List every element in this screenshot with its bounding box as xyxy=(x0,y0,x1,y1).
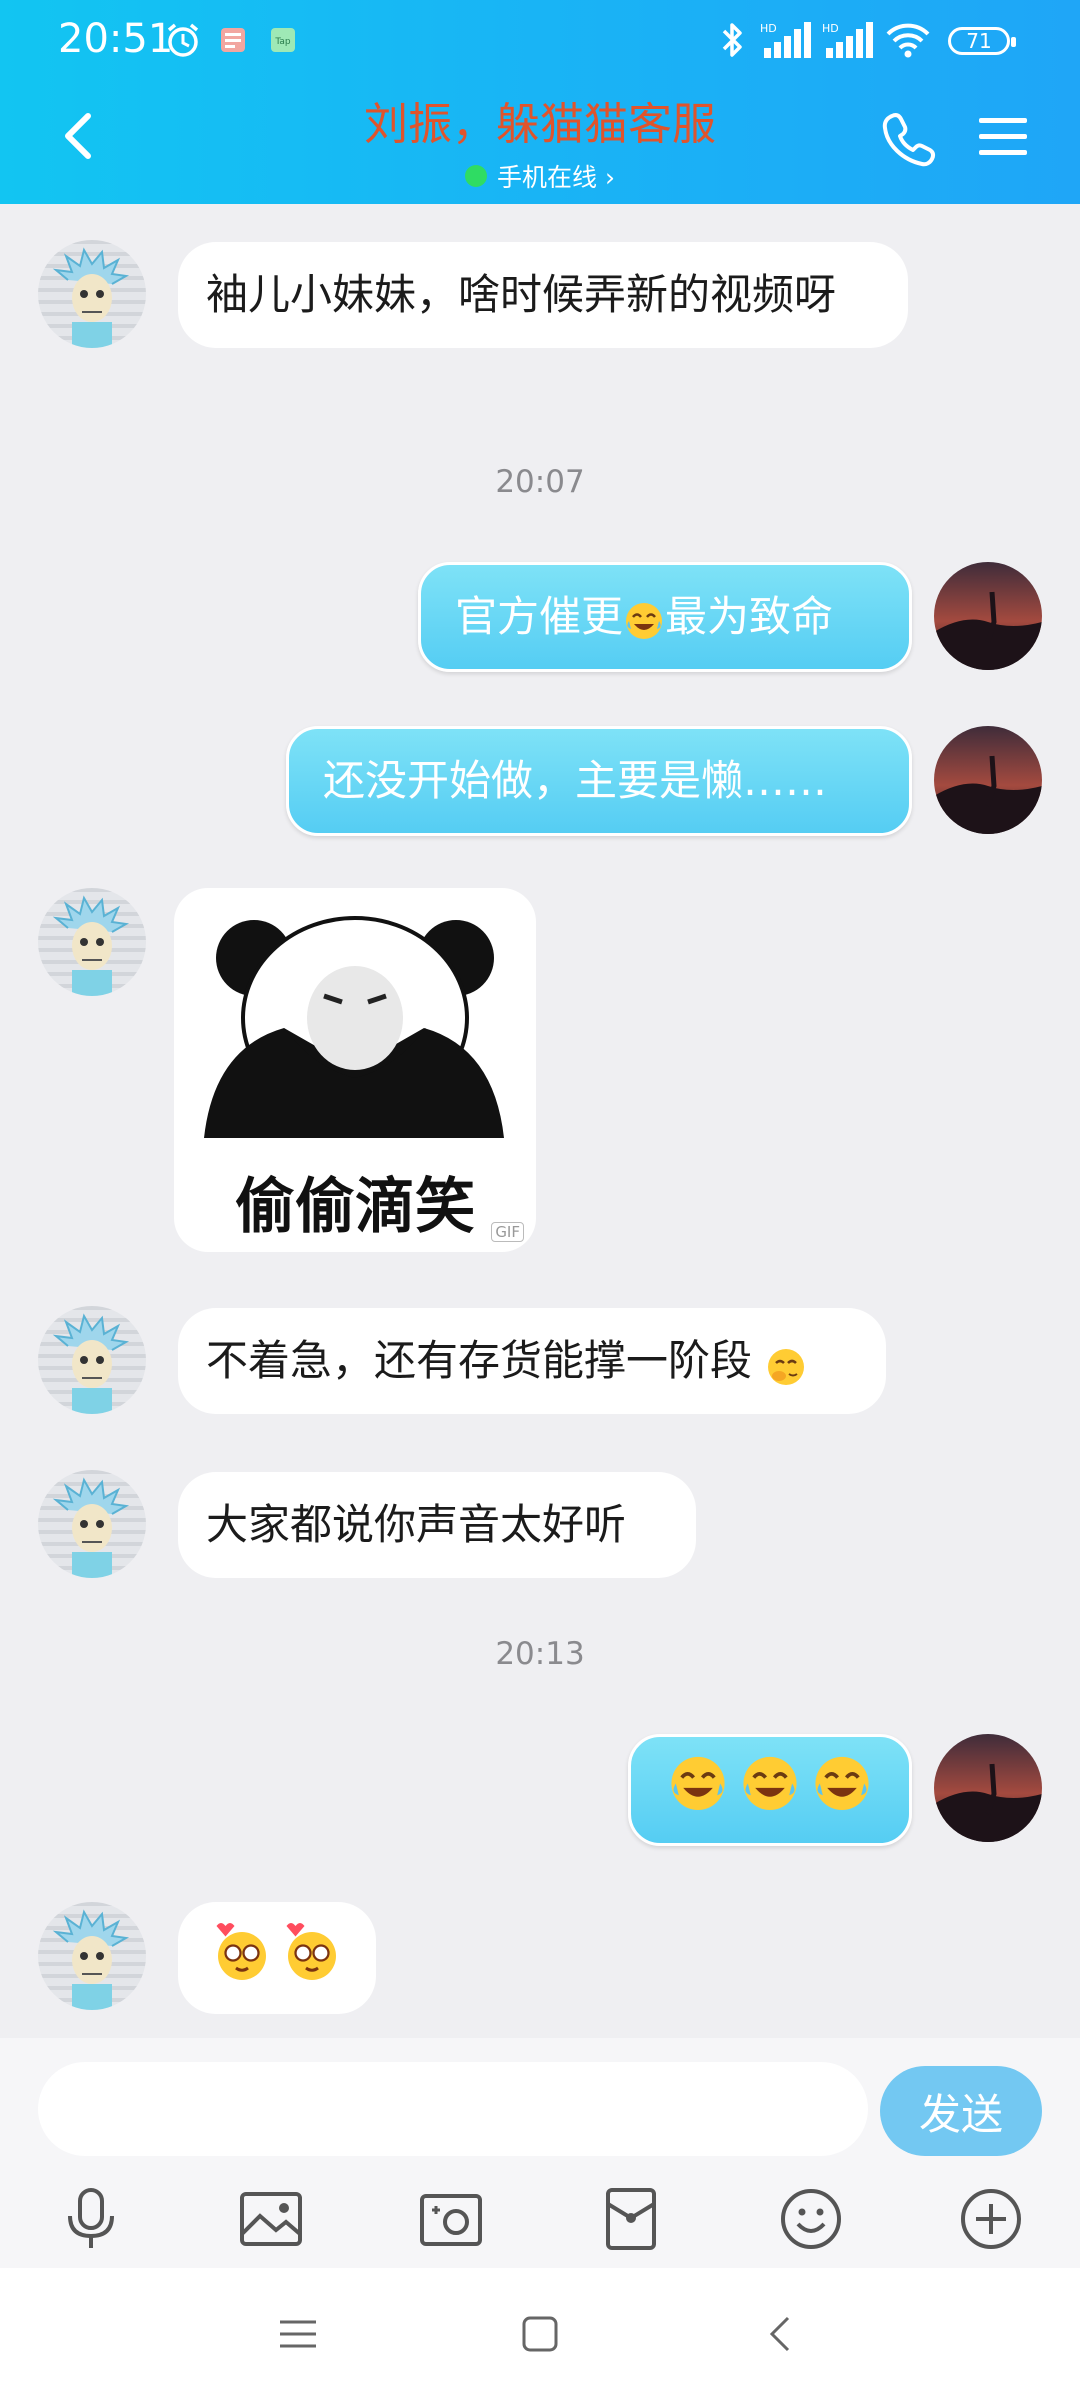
sticker-caption: 偷偷滴笑 xyxy=(235,1172,475,1242)
notification-app-icon xyxy=(216,20,250,60)
home-icon[interactable] xyxy=(518,2312,562,2356)
contact-avatar[interactable] xyxy=(38,888,146,996)
system-back-icon[interactable] xyxy=(760,2312,804,2356)
my-avatar[interactable] xyxy=(934,726,1042,834)
online-status-label: 手机在线 › xyxy=(497,163,615,192)
chat-header: 20:51 Tap HD HD 71 刘振，躲猫猫客服 手机在线 › xyxy=(0,0,1080,204)
svg-text:Tap: Tap xyxy=(274,37,291,47)
battery-indicator: 71 xyxy=(948,27,1016,55)
tears-of-joy-emoji-icon xyxy=(667,1751,729,1830)
recent-apps-icon[interactable] xyxy=(276,2312,320,2356)
tears-of-joy-emoji-icon xyxy=(623,596,665,639)
heart-eyes-emoji-icon xyxy=(279,1917,345,2000)
menu-icon[interactable] xyxy=(975,112,1031,162)
message-bubble-received[interactable]: 大家都说你声音太好听 xyxy=(178,1472,696,1578)
message-text: 官方催更 xyxy=(455,592,624,641)
contact-avatar[interactable] xyxy=(38,1902,146,2010)
timestamp: 20:07 xyxy=(495,464,585,500)
system-navigation-bar xyxy=(0,2268,1080,2400)
bluetooth-icon xyxy=(718,20,748,60)
svg-text:HD: HD xyxy=(822,22,839,35)
my-avatar[interactable] xyxy=(934,1734,1042,1842)
message-text: 还没开始做，主要是懒…… xyxy=(323,756,828,805)
chat-title: 刘振，躲猫猫客服 xyxy=(364,99,716,150)
wifi-icon xyxy=(882,20,934,60)
camera-icon[interactable] xyxy=(416,2184,486,2254)
message-text: 大家都说你声音太好听 xyxy=(206,1500,627,1549)
tap-app-icon: Tap xyxy=(266,20,300,60)
message-input[interactable] xyxy=(38,2062,868,2156)
red-packet-icon[interactable] xyxy=(596,2184,666,2254)
online-status: 手机在线 › xyxy=(240,158,840,194)
status-time: 20:51 xyxy=(58,16,174,62)
sticker-message[interactable]: 偷偷滴笑 GIF xyxy=(174,888,536,1252)
contact-avatar[interactable] xyxy=(38,1470,146,1578)
plus-icon[interactable] xyxy=(956,2184,1026,2254)
gif-badge: GIF xyxy=(491,1222,524,1242)
heart-eyes-emoji-icon xyxy=(209,1917,275,2000)
tears-of-joy-emoji-icon xyxy=(811,1751,873,1830)
message-text: 不着急，还有存货能撑一阶段 xyxy=(206,1336,753,1385)
message-bubble-received[interactable] xyxy=(178,1902,376,2014)
message-text: 袖儿小妹妹，啥时候弄新的视频呀 xyxy=(206,270,837,319)
status-bar: 20:51 Tap HD HD 71 xyxy=(0,0,1080,82)
message-bubble-received[interactable]: 袖儿小妹妹，啥时候弄新的视频呀 xyxy=(178,242,908,348)
contact-avatar[interactable] xyxy=(38,240,146,348)
message-bubble-sent[interactable] xyxy=(628,1734,912,1846)
chat-title-block[interactable]: 刘振，躲猫猫客服 手机在线 › xyxy=(240,88,840,194)
shy-face-emoji-icon xyxy=(765,1343,807,1385)
phone-call-icon[interactable] xyxy=(878,108,938,168)
back-arrow-icon[interactable] xyxy=(50,106,110,166)
send-button[interactable]: 发送 xyxy=(880,2066,1042,2156)
microphone-icon[interactable] xyxy=(56,2184,126,2254)
message-text-2: 最为致命 xyxy=(665,592,834,641)
timestamp: 20:13 xyxy=(495,1636,585,1672)
signal-hd-icon-2: HD xyxy=(820,20,874,60)
message-bubble-received[interactable]: 不着急，还有存货能撑一阶段 xyxy=(178,1308,886,1414)
tears-of-joy-emoji-icon xyxy=(739,1751,801,1830)
svg-text:HD: HD xyxy=(760,22,777,35)
online-dot-icon xyxy=(465,165,488,187)
panda-sticker-image xyxy=(204,916,504,1138)
emoji-icon[interactable] xyxy=(776,2184,846,2254)
nav-bar: 刘振，躲猫猫客服 手机在线 › xyxy=(0,82,1080,204)
contact-avatar[interactable] xyxy=(38,1306,146,1414)
input-area: 发送 xyxy=(0,2038,1080,2268)
message-bubble-sent[interactable]: 还没开始做，主要是懒…… xyxy=(286,726,912,836)
image-icon[interactable] xyxy=(236,2184,306,2254)
signal-hd-icon: HD xyxy=(758,20,812,60)
message-bubble-sent[interactable]: 官方催更 最为致命 xyxy=(418,562,912,672)
alarm-icon xyxy=(160,20,206,60)
my-avatar[interactable] xyxy=(934,562,1042,670)
